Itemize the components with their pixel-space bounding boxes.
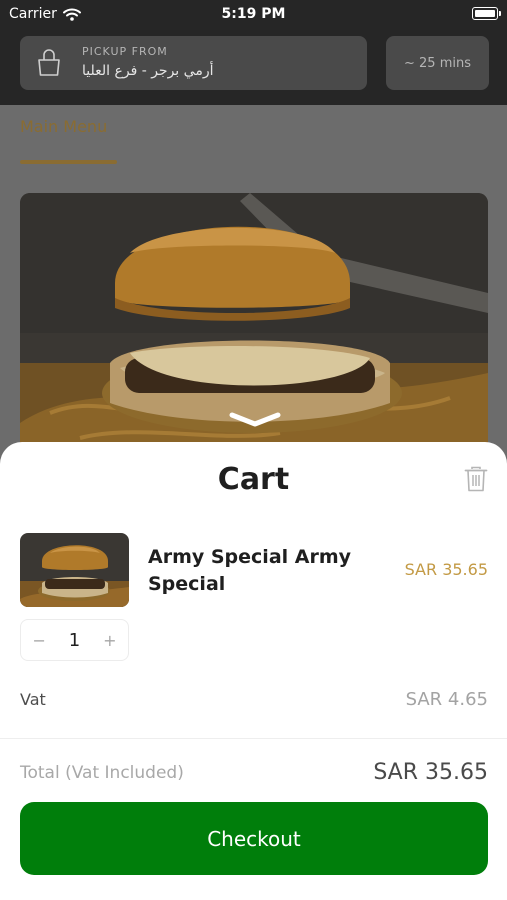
cart-sheet: Cart Army Special Army Special SAR 35.65… — [0, 442, 507, 900]
eta-text: ~ 25 mins — [404, 55, 471, 71]
decrease-quantity-button[interactable]: − — [32, 631, 45, 650]
vat-label: Vat — [20, 690, 46, 709]
pickup-branch: أرمي برجر - فرع العليا — [82, 63, 214, 79]
item-price: SAR 35.65 — [404, 560, 488, 579]
total-label: Total — [20, 763, 60, 783]
increase-quantity-button[interactable]: + — [103, 631, 116, 650]
checkout-label: Checkout — [207, 826, 301, 851]
checkout-button[interactable]: Checkout — [20, 802, 488, 875]
cart-title: Cart — [217, 462, 290, 497]
status-bar: Carrier 5:19 PM — [0, 0, 507, 30]
burger-thumbnail-photo — [20, 533, 129, 607]
vat-value: SAR 4.65 — [405, 689, 488, 710]
clock: 5:19 PM — [221, 6, 286, 22]
tab-underline — [20, 160, 117, 164]
quantity-stepper: − 1 + — [20, 619, 129, 661]
total-value: SAR 35.65 — [373, 760, 488, 785]
divider — [0, 738, 507, 739]
item-thumbnail — [20, 533, 129, 607]
total-label-group: Total (Vat Included) — [20, 763, 184, 783]
pickup-label: PICKUP FROM — [82, 45, 168, 58]
top-header: PICKUP FROM أرمي برجر - فرع العليا ~ 25 … — [0, 30, 507, 105]
shopping-bag-icon — [38, 49, 60, 76]
tab-main-menu[interactable]: Main Menu — [20, 117, 107, 136]
trash-icon[interactable] — [464, 466, 488, 492]
battery-icon — [472, 7, 501, 20]
eta-badge[interactable]: ~ 25 mins — [386, 36, 489, 90]
quantity-value: 1 — [68, 629, 81, 651]
chevron-down-icon[interactable] — [228, 410, 282, 428]
item-name: Army Special Army Special — [148, 546, 352, 595]
pickup-location-selector[interactable]: PICKUP FROM أرمي برجر - فرع العليا — [20, 36, 367, 90]
total-note: (Vat Included) — [65, 763, 184, 783]
